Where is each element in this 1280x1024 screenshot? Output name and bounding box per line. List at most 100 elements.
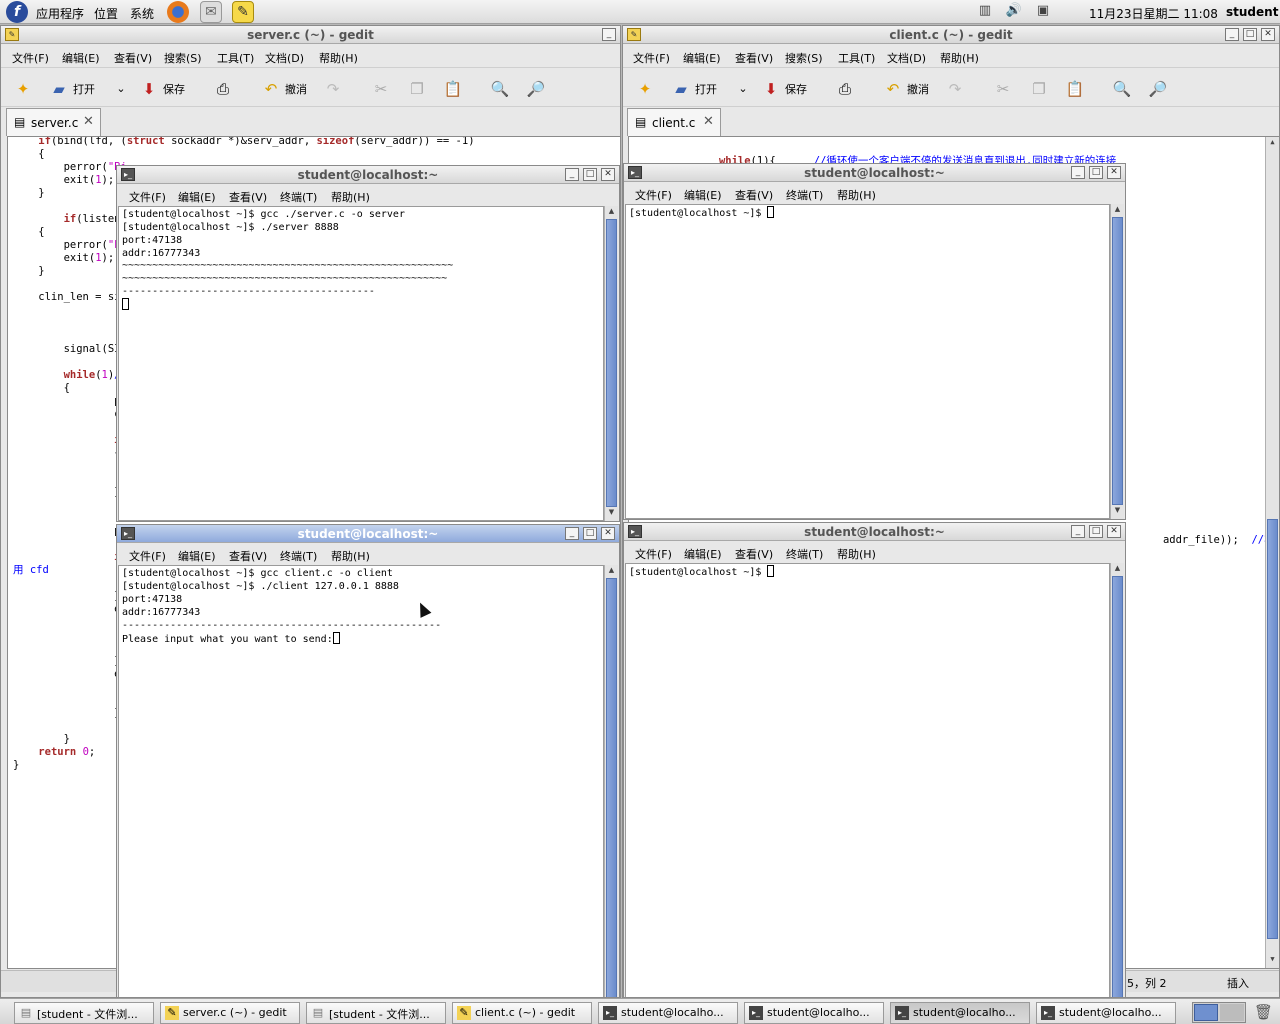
close-button[interactable]: ✕ [1107, 525, 1121, 538]
paste-button[interactable]: 📋 [443, 78, 467, 100]
minimize-button[interactable]: _ [1071, 525, 1085, 538]
scrollbar-thumb[interactable] [1112, 217, 1123, 505]
taskbar-item[interactable]: ✎ server.c (~) - gedit [160, 1002, 300, 1024]
menu-view[interactable]: 查看(V) [229, 189, 267, 205]
mail-icon[interactable]: ✉ [200, 1, 222, 23]
minimize-button[interactable]: _ [1225, 28, 1239, 41]
menu-view[interactable]: 查看(V) [735, 187, 773, 203]
menu-file[interactable]: 文件(F) [635, 546, 672, 562]
server-gedit-titlebar[interactable]: ✎ server.c (~) - gedit _ [1, 26, 620, 44]
tab-server-c[interactable]: ▤ server.c ✕ [6, 108, 101, 136]
open-recent-dropdown[interactable]: ⌄ [733, 78, 757, 100]
copy-button[interactable]: ❐ [1029, 78, 1053, 100]
clock[interactable]: 11月23日星期二 11:08 [1089, 5, 1218, 22]
find-button[interactable]: 🔍 [1112, 78, 1136, 100]
menu-file[interactable]: 文件(F) [129, 548, 166, 564]
menu-edit[interactable]: 编辑(E) [178, 548, 216, 564]
client-editor-scrollbar[interactable]: ▲ ▼ [1265, 137, 1279, 968]
workspace-1[interactable] [1194, 1004, 1218, 1021]
replace-button[interactable]: 🔎 [1148, 78, 1172, 100]
scrollbar-thumb[interactable] [1267, 519, 1278, 939]
terminal-output[interactable]: [student@localhost ~]$ [625, 563, 1110, 997]
scrollbar-thumb[interactable] [606, 219, 617, 507]
notes-icon[interactable]: ✎ [232, 1, 254, 23]
firefox-icon[interactable] [167, 1, 189, 23]
redo-button[interactable]: ↷ [323, 78, 347, 100]
menu-tools[interactable]: 工具(T) [838, 50, 875, 66]
menu-file[interactable]: 文件(F) [12, 50, 49, 66]
close-button[interactable]: ✕ [601, 527, 615, 540]
menu-terminal[interactable]: 终端(T) [280, 548, 317, 564]
save-button[interactable]: ⬇ 保存 [139, 78, 185, 100]
maximize-button[interactable]: □ [1089, 525, 1103, 538]
places-menu[interactable]: 位置 [94, 5, 118, 22]
terminal-titlebar[interactable]: ▸_ student@localhost:~ _ □ ✕ [117, 525, 619, 543]
menu-edit[interactable]: 编辑(E) [684, 187, 722, 203]
print-button[interactable]: ⎙ [213, 78, 237, 100]
menu-view[interactable]: 查看(V) [735, 50, 773, 66]
scroll-down-icon[interactable]: ▼ [605, 508, 618, 520]
redo-button[interactable]: ↷ [945, 78, 969, 100]
menu-edit[interactable]: 编辑(E) [178, 189, 216, 205]
taskbar-item[interactable]: ✎ client.c (~) - gedit [452, 1002, 592, 1024]
terminal-output[interactable]: [student@localhost ~]$ [625, 204, 1110, 519]
terminal-titlebar[interactable]: ▸_ student@localhost:~ _ □ ✕ [624, 164, 1125, 182]
menu-file[interactable]: 文件(F) [129, 189, 166, 205]
taskbar-item[interactable]: ▸_ student@localho... [890, 1002, 1030, 1024]
open-button[interactable]: ▰ 打开 [49, 78, 95, 100]
scroll-up-icon[interactable]: ▲ [605, 207, 618, 219]
menu-help[interactable]: 帮助(H) [319, 50, 358, 66]
scroll-up-icon[interactable]: ▲ [1266, 138, 1279, 150]
menu-edit[interactable]: 编辑(E) [62, 50, 100, 66]
terminal-scrollbar[interactable]: ▲ [1110, 563, 1124, 997]
terminal-titlebar[interactable]: ▸_ student@localhost:~ _ □ ✕ [624, 523, 1125, 541]
workspace-switcher[interactable] [1192, 1002, 1246, 1023]
maximize-button[interactable]: □ [583, 168, 597, 181]
minimize-button[interactable]: _ [1071, 166, 1085, 179]
close-button[interactable]: ✕ [1261, 28, 1275, 41]
scrollbar-thumb[interactable] [1112, 576, 1123, 997]
close-button[interactable]: ✕ [1107, 166, 1121, 179]
close-tab-icon[interactable]: ✕ [703, 114, 714, 129]
menu-terminal[interactable]: 终端(T) [280, 189, 317, 205]
cut-button[interactable]: ✂ [371, 78, 395, 100]
menu-edit[interactable]: 编辑(E) [683, 50, 721, 66]
scroll-down-icon[interactable]: ▼ [1111, 506, 1124, 518]
taskbar-item[interactable]: ▤ [student - 文件浏... [14, 1002, 154, 1024]
menu-help[interactable]: 帮助(H) [837, 546, 876, 562]
new-button[interactable]: ✦ [13, 78, 37, 100]
undo-button[interactable]: ↶ 撤消 [883, 78, 929, 100]
maximize-button[interactable]: □ [583, 527, 597, 540]
taskbar-item[interactable]: ▸_ student@localho... [1036, 1002, 1176, 1024]
open-recent-dropdown[interactable]: ⌄ [111, 78, 135, 100]
scroll-down-icon[interactable]: ▼ [1266, 955, 1279, 967]
menu-terminal[interactable]: 终端(T) [786, 187, 823, 203]
menu-help[interactable]: 帮助(H) [331, 548, 370, 564]
applications-menu[interactable]: 应用程序 [36, 5, 84, 22]
terminal-scrollbar[interactable]: ▲ [604, 565, 618, 997]
terminal-scrollbar[interactable]: ▲ ▼ [604, 206, 618, 521]
trash-icon[interactable]: 🗑 [1254, 1003, 1273, 1022]
menu-file[interactable]: 文件(F) [635, 187, 672, 203]
menu-search[interactable]: 搜索(S) [785, 50, 823, 66]
menu-help[interactable]: 帮助(H) [940, 50, 979, 66]
system-menu[interactable]: 系统 [130, 5, 154, 22]
cut-button[interactable]: ✂ [993, 78, 1017, 100]
menu-terminal[interactable]: 终端(T) [786, 546, 823, 562]
menu-help[interactable]: 帮助(H) [837, 187, 876, 203]
open-button[interactable]: ▰ 打开 [671, 78, 717, 100]
menu-tools[interactable]: 工具(T) [217, 50, 254, 66]
maximize-button[interactable]: □ [1243, 28, 1257, 41]
scroll-up-icon[interactable]: ▲ [1111, 205, 1124, 217]
copy-button[interactable]: ❐ [407, 78, 431, 100]
close-button[interactable]: ✕ [601, 168, 615, 181]
menu-file[interactable]: 文件(F) [633, 50, 670, 66]
menu-view[interactable]: 查看(V) [114, 50, 152, 66]
undo-button[interactable]: ↶ 撤消 [261, 78, 307, 100]
menu-view[interactable]: 查看(V) [735, 546, 773, 562]
close-tab-icon[interactable]: ✕ [83, 114, 94, 129]
save-button[interactable]: ⬇ 保存 [761, 78, 807, 100]
paste-button[interactable]: 📋 [1065, 78, 1089, 100]
menu-search[interactable]: 搜索(S) [164, 50, 202, 66]
menu-documents[interactable]: 文档(D) [265, 50, 304, 66]
